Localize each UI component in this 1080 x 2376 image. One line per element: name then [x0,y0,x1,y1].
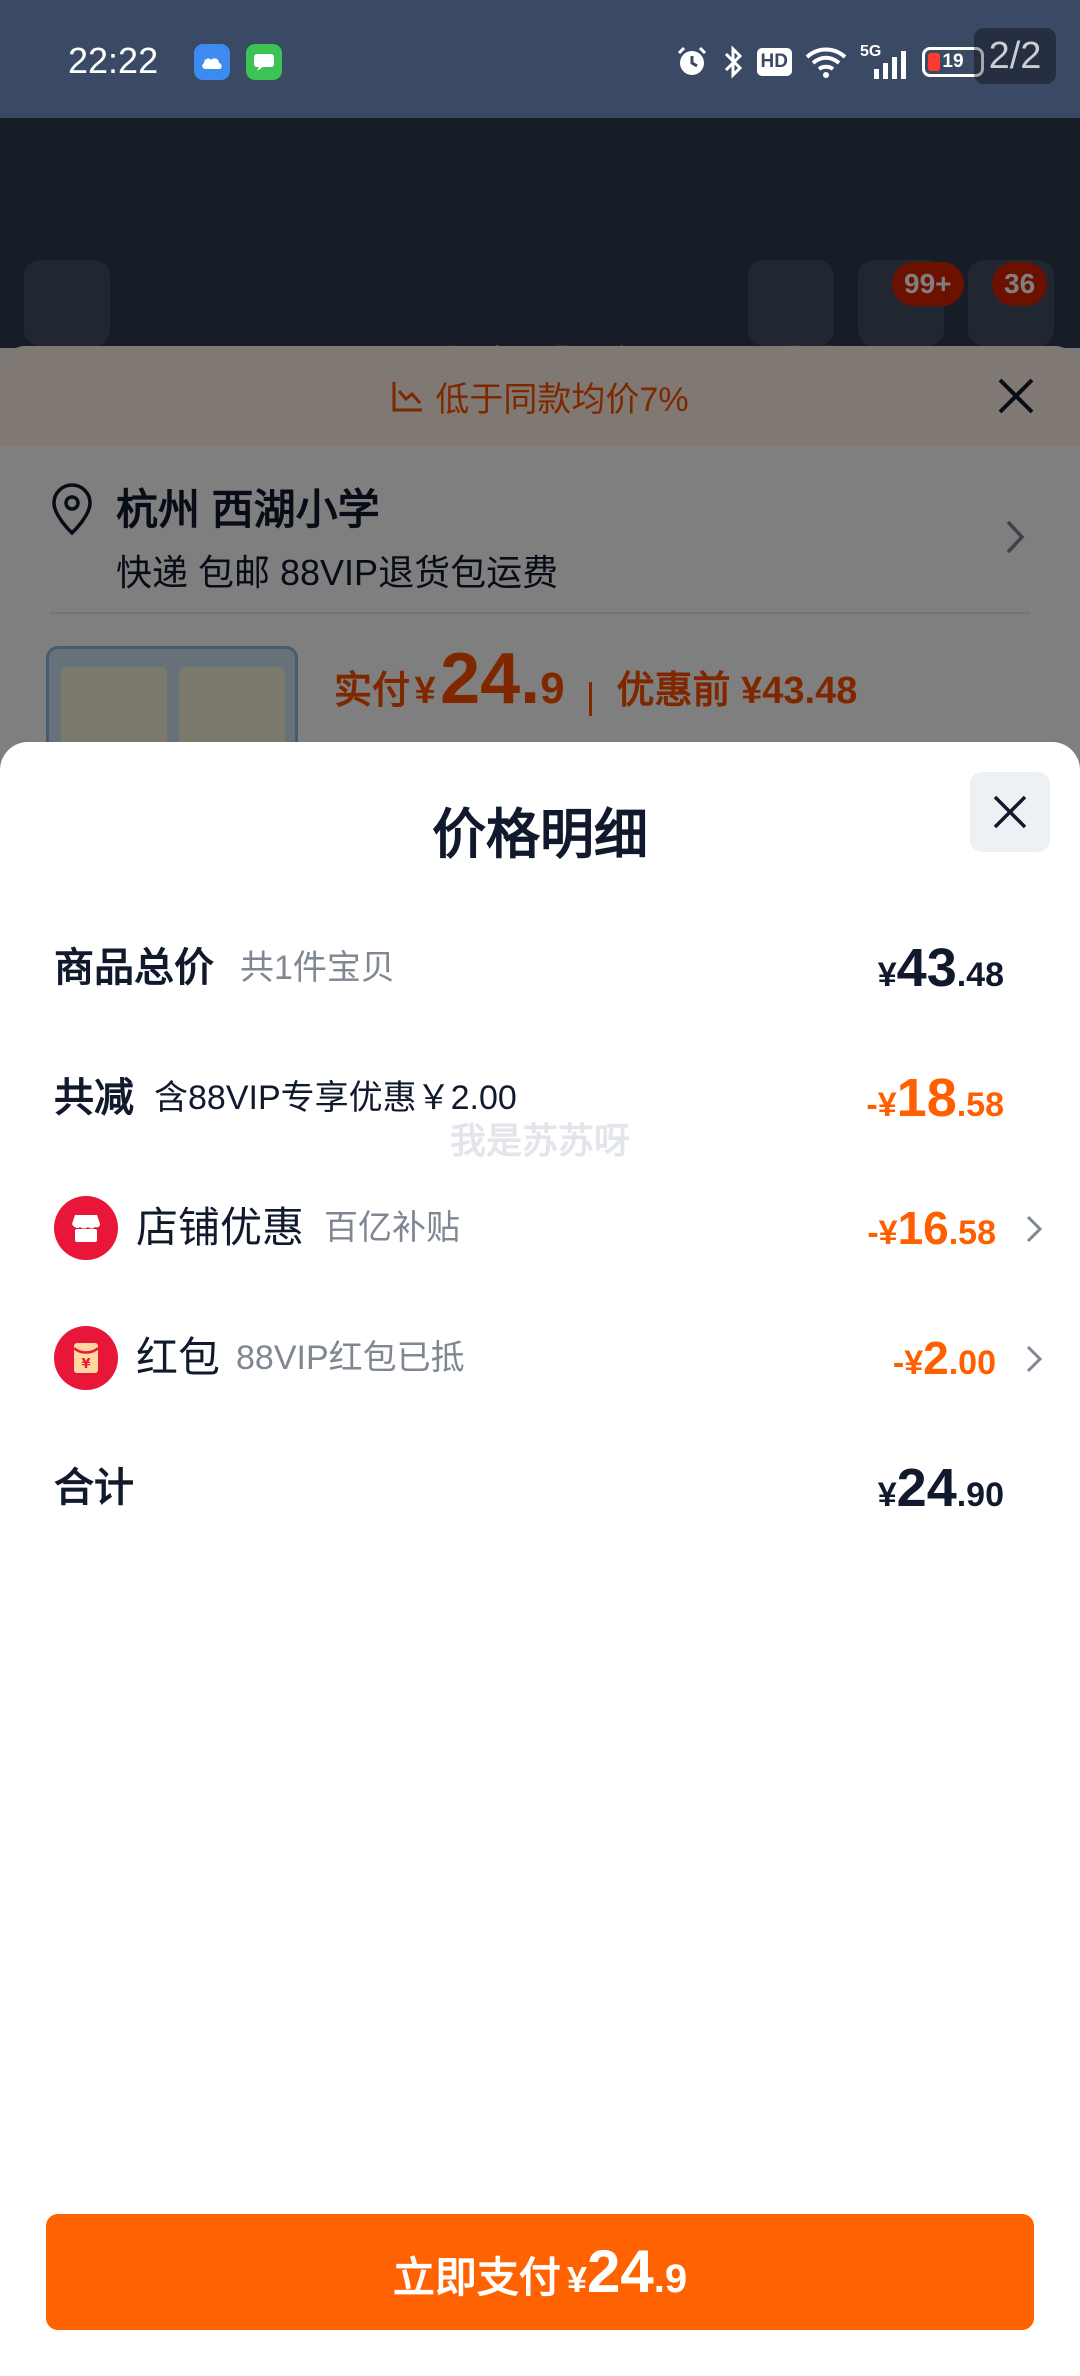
row-amount: ¥43.48 [877,938,1004,998]
red-envelope-icon: ¥ [54,1326,118,1390]
battery-level: 19 [942,51,964,72]
row-amount: ¥24.90 [877,1458,1004,1518]
system-icons: HD 5G 19 [675,42,984,82]
pay-now-button[interactable]: 立即支付 ¥24.9 [46,2214,1034,2330]
price-row-store-discount[interactable]: 店铺优惠 百亿补贴 -¥16.58 [54,1188,1044,1268]
row-amount: -¥2.00 [892,1332,996,1384]
row-sub: 共1件宝贝 [240,949,395,987]
row-sub: 百亿补贴 [324,1209,460,1247]
svg-text:¥: ¥ [81,1357,90,1372]
hd-icon: HD [756,48,792,76]
row-amount: -¥16.58 [867,1202,996,1254]
5g-signal-icon: 5G [860,43,910,79]
price-detail-sheet: 价格明细 商品总价 共1件宝贝 ¥43.48 共减 含88VIP专享优惠￥2.0… [0,742,1080,2376]
row-label: 店铺优惠 [136,1204,305,1251]
weather-app-icon [194,44,230,80]
price-row-total-goods: 商品总价 共1件宝贝 ¥43.48 [54,928,1044,1008]
alarm-icon [677,46,706,75]
battery-fill [928,53,940,71]
row-label: 红包 [136,1334,221,1381]
pay-button-amount-decimal: .9 [653,2257,688,2301]
price-row-red-envelope[interactable]: ¥ 红包 88VIP红包已抵 -¥2.00 [54,1318,1044,1398]
messages-app-icon [246,44,282,80]
page-indicator: 2/2 [974,28,1056,84]
chevron-right-icon [1026,1345,1043,1373]
pay-button-currency: ¥ [566,2259,587,2300]
row-sub: 88VIP红包已抵 [236,1339,465,1377]
wifi-icon [805,47,847,78]
sheet-title: 价格明细 [432,805,648,865]
row-label: 商品总价 [54,946,214,990]
status-bar: 22:22 HD 5G 19 2/2 [0,0,1080,118]
clock: 22:22 [68,40,159,81]
pay-button-amount-integer: 24 [586,2238,654,2305]
close-icon [993,795,1027,829]
price-row-grand-total: 合计 ¥24.90 [54,1448,1044,1528]
close-button[interactable] [970,772,1050,852]
watermark: 我是苏苏呀 [449,1120,630,1161]
pay-button-label: 立即支付 [392,2254,561,2301]
row-label: 合计 [54,1466,134,1510]
chevron-right-icon [1026,1215,1043,1243]
store-icon [54,1196,118,1260]
bluetooth-icon [724,45,742,79]
